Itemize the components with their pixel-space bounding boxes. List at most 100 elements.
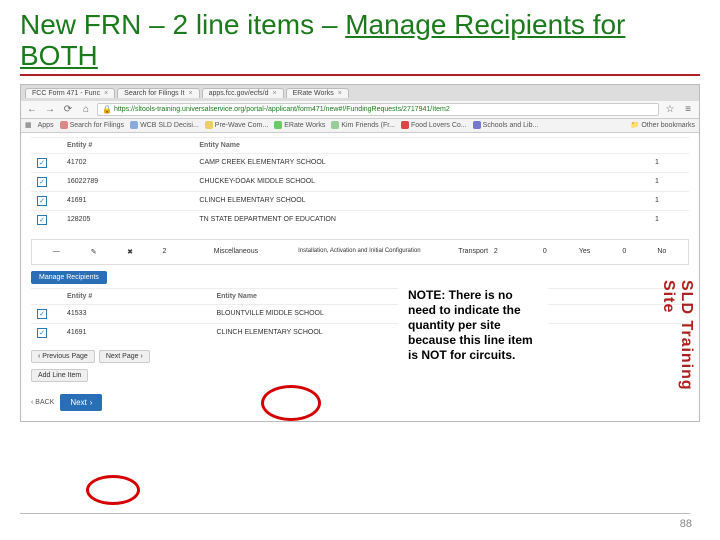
close-icon[interactable]: × [104, 90, 108, 97]
entity-name: TN STATE DEPARTMENT OF EDUCATION [193, 210, 649, 229]
footer-rule [20, 513, 690, 514]
line-detail: Installation, Activation and Initial Con… [292, 246, 427, 258]
browser-tab[interactable]: FCC Form 471 - Func× [25, 88, 115, 98]
entity-id: 41533 [61, 304, 210, 323]
bottom-nav: ‹ BACK Next› [31, 394, 689, 411]
page-number: 88 [680, 518, 692, 530]
col-entity-num: Entity # [61, 137, 193, 153]
browser-tab[interactable]: Search for Filings It× [117, 88, 199, 98]
entity-qty: 1 [649, 153, 689, 172]
close-icon[interactable]: × [338, 90, 342, 97]
table-row: ✓ 41702CAMP CREEK ELEMENTARY SCHOOL1 [31, 153, 689, 172]
manage-recipients-button[interactable]: Manage Recipients [31, 271, 107, 284]
lock-icon: 🔒 [102, 105, 112, 114]
line-type: Miscellaneous [182, 246, 290, 258]
add-line-item-button[interactable]: Add Line Item [31, 369, 88, 382]
apps-icon[interactable]: ▦ [25, 121, 32, 129]
bookmark-item[interactable]: Kim Friends (Fr... [331, 121, 395, 129]
table-row: ✓ 41691CLINCH ELEMENTARY SCHOOL1 [31, 191, 689, 210]
title-rule [20, 74, 700, 76]
val-no: No [642, 246, 682, 258]
val-zero: 0 [530, 246, 561, 258]
entity-id: 41691 [61, 191, 193, 210]
checkbox[interactable]: ✓ [37, 328, 47, 338]
title-prefix: New FRN – 2 line items – [20, 9, 345, 40]
star-icon[interactable]: ☆ [663, 102, 677, 116]
table-header-row: Entity #Entity Name [31, 137, 689, 153]
table-row: ✓ 128205TN STATE DEPARTMENT OF EDUCATION1 [31, 210, 689, 229]
entity-qty: 1 [649, 172, 689, 191]
next-button[interactable]: Next› [60, 394, 102, 411]
browser-tab[interactable]: apps.fcc.gov/ecfs/d× [202, 88, 284, 98]
back-icon[interactable]: ← [25, 102, 39, 116]
favicon-icon [274, 121, 282, 129]
bookmarks-bar: ▦ Apps Search for Filings WCB SLD Decisi… [21, 119, 699, 133]
checkbox[interactable]: ✓ [37, 215, 47, 225]
favicon-icon [401, 121, 409, 129]
close-icon[interactable]: × [273, 90, 277, 97]
browser-tab[interactable]: ERate Works× [286, 88, 349, 98]
close-icon[interactable]: × [188, 90, 192, 97]
val-yes: Yes [562, 246, 607, 258]
entity-qty: 1 [649, 210, 689, 229]
col-entity-name: Entity Name [193, 137, 649, 153]
delete-icon[interactable]: ✖ [113, 246, 147, 258]
menu-icon[interactable]: ≡ [681, 102, 695, 116]
other-bookmarks[interactable]: 📁 Other bookmarks [631, 121, 695, 129]
bookmark-item[interactable]: Schools and Lib... [473, 121, 539, 129]
browser-window: FCC Form 471 - Func× Search for Filings … [20, 84, 700, 422]
bookmark-item[interactable]: WCB SLD Decisi... [130, 121, 199, 129]
table-row: ✓ 16022789CHUCKEY-DOAK MIDDLE SCHOOL1 [31, 172, 689, 191]
annotation-circle [86, 475, 140, 505]
url-bar: ← → ⟳ ⌂ 🔒 https://sltools-training.unive… [21, 101, 699, 119]
slide-title: New FRN – 2 line items – Manage Recipien… [20, 10, 700, 72]
back-button[interactable]: ‹ BACK [31, 399, 54, 406]
prev-page-button[interactable]: ‹ Previous Page [31, 350, 95, 363]
col-entity-num: Entity # [61, 288, 210, 304]
line-item-summary: — ✎ ✖ 2 Miscellaneous Installation, Acti… [31, 239, 689, 265]
checkbox[interactable]: ✓ [37, 309, 47, 319]
bookmark-item[interactable]: Apps [38, 122, 54, 129]
entity-id: 128205 [61, 210, 193, 229]
favicon-icon [473, 121, 481, 129]
entity-id: 41691 [61, 323, 210, 342]
chevron-right-icon: › [90, 398, 93, 407]
page-content: Entity #Entity Name ✓41702CAMP CREEK ELE… [21, 133, 699, 421]
checkbox[interactable]: ✓ [37, 158, 47, 168]
transport-val: 2 [494, 248, 498, 255]
val-zero2: 0 [609, 246, 640, 258]
edit-icon[interactable]: ✎ [77, 246, 111, 258]
table-row: ✓41533BLOUNTVILLE MIDDLE SCHOOL [31, 304, 689, 323]
expand-icon[interactable]: — [38, 246, 75, 258]
bookmark-item[interactable]: Search for Filings [60, 121, 124, 129]
entity-qty: 1 [649, 191, 689, 210]
url-text: https://sltools-training.universalservic… [114, 106, 450, 113]
side-label: SLD Training Site [659, 280, 695, 421]
entity-id: 16022789 [61, 172, 193, 191]
tab-bar: FCC Form 471 - Func× Search for Filings … [21, 85, 699, 101]
pagination-row: ‹ Previous Page Next Page › [31, 350, 689, 363]
next-page-button[interactable]: Next Page › [99, 350, 150, 363]
bookmark-item[interactable]: ERate Works [274, 121, 325, 129]
favicon-icon [205, 121, 213, 129]
favicon-icon [60, 121, 68, 129]
line-num: 2 [149, 246, 180, 258]
home-icon[interactable]: ⌂ [79, 102, 93, 116]
url-field[interactable]: 🔒 https://sltools-training.universalserv… [97, 103, 659, 116]
favicon-icon [331, 121, 339, 129]
forward-icon[interactable]: → [43, 102, 57, 116]
reload-icon[interactable]: ⟳ [61, 102, 75, 116]
entity-name: CLINCH ELEMENTARY SCHOOL [193, 191, 649, 210]
checkbox[interactable]: ✓ [37, 196, 47, 206]
recipients-table-1: Entity #Entity Name ✓ 41702CAMP CREEK ELE… [31, 137, 689, 229]
entity-name: CHUCKEY-DOAK MIDDLE SCHOOL [193, 172, 649, 191]
table-row: ✓41691CLINCH ELEMENTARY SCHOOL [31, 323, 689, 342]
bookmark-item[interactable]: Pre-Wave Com... [205, 121, 268, 129]
transport-label: Transport [458, 248, 488, 255]
bookmark-item[interactable]: Food Lovers Co... [401, 121, 467, 129]
entity-name: CAMP CREEK ELEMENTARY SCHOOL [193, 153, 649, 172]
checkbox[interactable]: ✓ [37, 177, 47, 187]
recipients-table-2: Entity #Entity Name ✓41533BLOUNTVILLE MI… [31, 288, 689, 342]
entity-id: 41702 [61, 153, 193, 172]
table-header-row: Entity #Entity Name [31, 288, 689, 304]
